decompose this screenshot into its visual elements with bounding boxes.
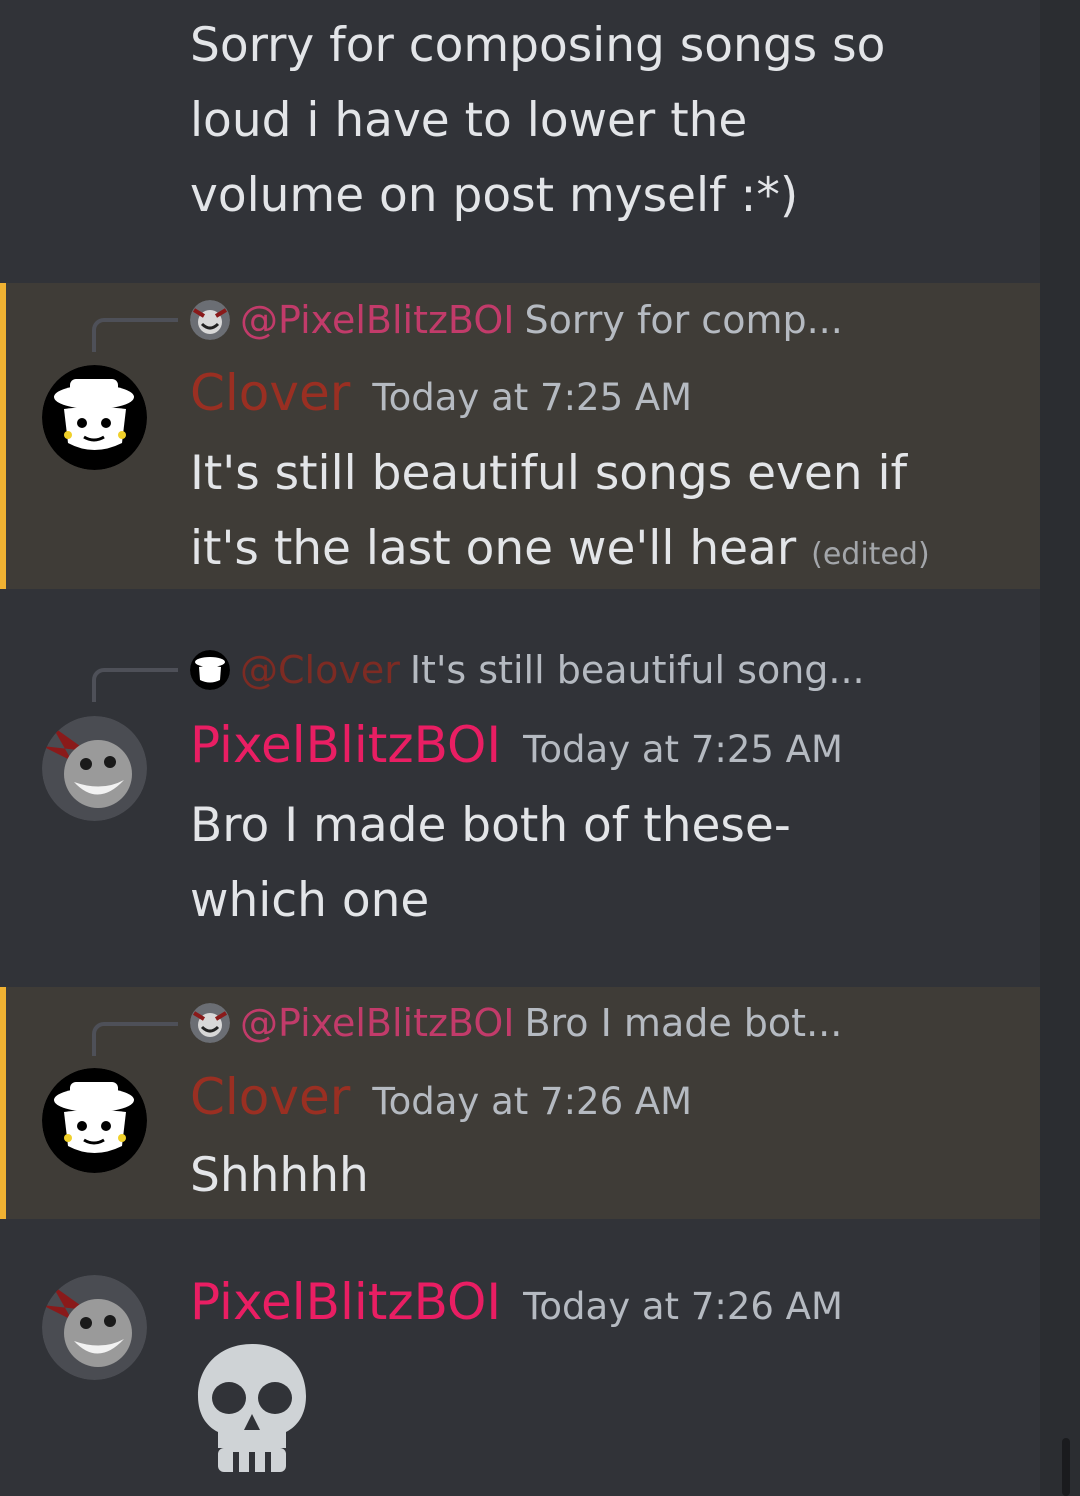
timestamp: Today at 7:26 AM [523,1285,843,1328]
pixel-mini-avatar-icon [190,1003,230,1043]
reply-reference[interactable]: @Clover It's still beautiful song... [190,642,865,698]
reply-reference[interactable]: @PixelBlitzBOI Sorry for comp... [190,292,843,348]
timestamp: Today at 7:25 AM [523,728,843,771]
message-text-line: it's the last one we'll hear (edited) [190,511,930,592]
author-name[interactable]: PixelBlitzBOI [190,1273,501,1331]
author-name[interactable]: Clover [190,364,350,422]
clover-mini-avatar-icon [190,650,230,690]
message-text: it's the last one we'll hear [190,521,797,576]
reply-preview: Bro I made bot... [524,1001,843,1045]
clover-avatar[interactable] [42,1068,147,1173]
pixel-mini-avatar-icon [190,300,230,340]
reply-preview: Sorry for comp... [524,298,843,342]
message-header: PixelBlitzBOI Today at 7:26 AM [190,1273,843,1343]
edited-label: (edited) [811,537,930,572]
reply-spine [92,668,178,702]
message-text-line: Bro I made both of these- [190,798,791,853]
message-text-line: loud i have to lower the [190,93,748,148]
message-text-line: Sorry for composing songs so [190,18,886,73]
skull-emoji-icon[interactable] [192,1340,312,1475]
reply-reference[interactable]: @PixelBlitzBOI Bro I made bot... [190,995,842,1051]
reply-spine [92,1022,178,1056]
timestamp: Today at 7:25 AM [372,376,693,419]
reply-preview: It's still beautiful song... [409,648,865,692]
author-name[interactable]: Clover [190,1068,350,1126]
message-header: PixelBlitzBOI Today at 7:25 AM [190,716,843,786]
pixelblitz-avatar[interactable] [42,1275,147,1380]
message-header: Clover Today at 7:25 AM [190,364,692,434]
reply-mention[interactable]: @PixelBlitzBOI [240,1001,514,1045]
scrollbar-thumb[interactable] [1062,1438,1070,1496]
message-header: Clover Today at 7:26 AM [190,1068,692,1138]
timestamp: Today at 7:26 AM [372,1080,693,1123]
reply-mention[interactable]: @Clover [240,648,400,692]
message-text-line: which one [190,873,430,928]
pixelblitz-avatar[interactable] [42,716,147,821]
author-name[interactable]: PixelBlitzBOI [190,716,501,774]
clover-avatar[interactable] [42,365,147,470]
message-text-line: Shhhhh [190,1148,369,1203]
message-text-line: It's still beautiful songs even if [190,446,908,501]
reply-spine [92,318,178,352]
message-text-line: volume on post myself :*) [190,168,799,223]
reply-mention[interactable]: @PixelBlitzBOI [240,298,514,342]
member-list-edge [1040,0,1080,1496]
